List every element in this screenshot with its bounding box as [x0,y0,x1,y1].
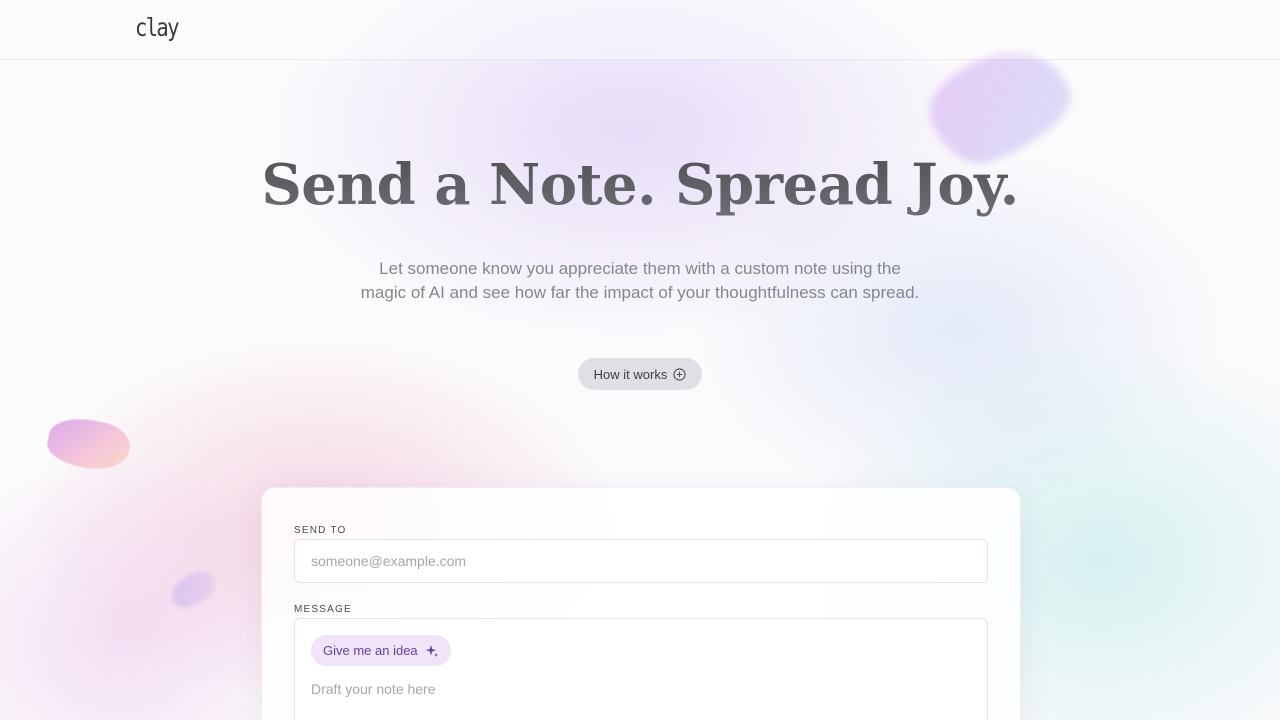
decorative-blob [43,412,135,476]
clay-logo[interactable]: clay [135,13,179,42]
idea-button-label: Give me an idea [323,643,418,658]
how-it-works-button[interactable]: How it works [578,358,702,390]
note-form-card: SEND TO MESSAGE Give me an idea [261,487,1021,720]
how-it-works-label: How it works [593,366,668,382]
hero-subtitle: Let someone know you appreciate them wit… [360,259,920,302]
plus-circle-icon [673,367,686,381]
send-to-label: SEND TO [294,525,347,536]
decorative-blob [165,566,221,614]
top-bar: clay [0,0,1280,60]
send-to-email-input[interactable] [294,539,988,583]
give-me-an-idea-button[interactable]: Give me an idea [311,635,451,666]
page: clay Send a Note. Spread Joy. Let someon… [0,0,1280,720]
message-textarea[interactable] [311,681,971,720]
message-box: Give me an idea [294,618,988,720]
sparkle-icon [425,644,439,658]
message-label: MESSAGE [294,604,352,615]
hero-title: Send a Note. Spread Joy. [0,152,1280,218]
